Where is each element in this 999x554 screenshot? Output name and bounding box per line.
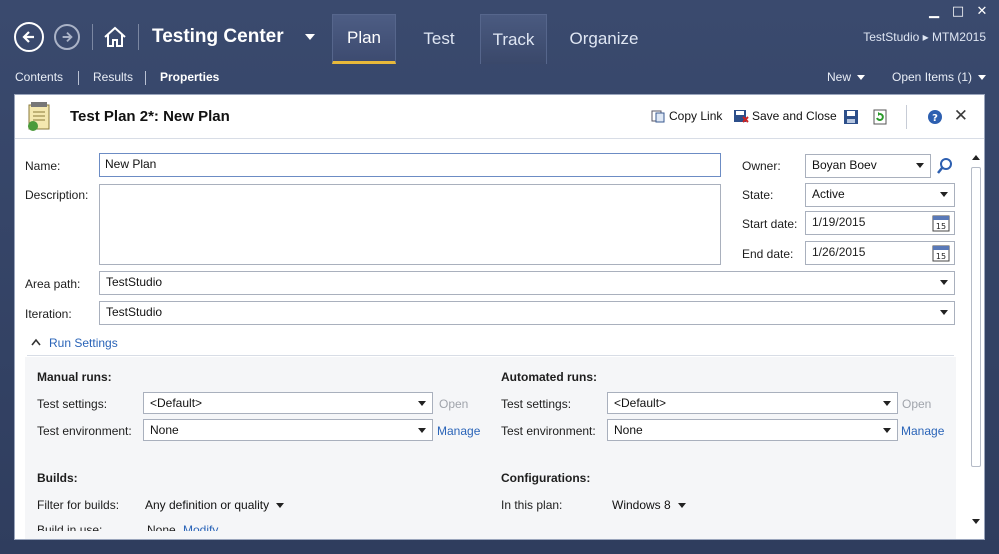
- close-icon[interactable]: ✕: [954, 106, 968, 126]
- start-date-label: Start date:: [742, 217, 798, 231]
- tab-organize[interactable]: Organize: [564, 14, 644, 64]
- owner-select[interactable]: Boyan Boev: [805, 154, 931, 178]
- panel-header: Test Plan 2*: New Plan Copy Link Save an…: [15, 95, 984, 139]
- home-button[interactable]: [102, 24, 128, 50]
- scroll-thumb[interactable]: [971, 167, 981, 467]
- calendar-icon[interactable]: 15: [932, 214, 950, 232]
- tab-test[interactable]: Test: [412, 14, 466, 64]
- auto-test-settings-label: Test settings:: [501, 397, 572, 411]
- manual-runs-title: Manual runs:: [37, 370, 112, 384]
- manual-open-link[interactable]: Open: [439, 397, 468, 411]
- name-input[interactable]: New Plan: [99, 153, 721, 177]
- scroll-up-arrow[interactable]: [972, 155, 980, 160]
- chevron-down-icon[interactable]: [305, 34, 315, 40]
- open-items-menu[interactable]: Open Items (1): [892, 70, 987, 84]
- subnav-separator: [145, 71, 146, 85]
- save-and-close-button[interactable]: Save and Close: [733, 108, 837, 124]
- chevron-up-icon[interactable]: [31, 338, 41, 346]
- configurations-title: Configurations:: [501, 471, 591, 485]
- auto-test-environment-label: Test environment:: [501, 424, 596, 438]
- build-in-use-row: Build in use: None Modify: [37, 523, 237, 531]
- header-separator: [92, 24, 93, 50]
- tab-plan[interactable]: Plan: [332, 14, 396, 64]
- start-date-input[interactable]: 1/19/2015 15: [805, 211, 955, 235]
- manual-manage-link[interactable]: Manage: [437, 424, 480, 438]
- vertical-scrollbar[interactable]: [968, 151, 984, 529]
- refresh-icon[interactable]: [872, 109, 888, 125]
- subnav-properties[interactable]: Properties: [160, 70, 219, 84]
- help-icon[interactable]: ?: [927, 109, 943, 125]
- toolbar-separator: [906, 105, 907, 129]
- copy-link-label: Copy Link: [669, 109, 723, 123]
- iteration-label: Iteration:: [25, 307, 72, 321]
- description-label: Description:: [25, 188, 89, 202]
- end-date-value: 1/26/2015: [812, 245, 866, 259]
- manual-test-settings-label: Test settings:: [37, 397, 108, 411]
- copy-link-button[interactable]: Copy Link: [650, 108, 722, 124]
- area-path-label: Area path:: [25, 277, 81, 291]
- calendar-icon[interactable]: 15: [932, 244, 950, 262]
- subnav-separator: [78, 71, 79, 85]
- back-button[interactable]: [14, 22, 44, 52]
- top-header: Testing Center Plan Test Track Organize …: [0, 12, 999, 64]
- iteration-select[interactable]: TestStudio: [99, 301, 955, 325]
- svg-text:?: ?: [932, 113, 938, 124]
- subnav-contents[interactable]: Contents: [15, 70, 63, 84]
- automated-runs-title: Automated runs:: [501, 370, 597, 384]
- new-menu-label: New: [827, 70, 852, 84]
- auto-open-link[interactable]: Open: [902, 397, 931, 411]
- auto-manage-link[interactable]: Manage: [901, 424, 944, 438]
- name-label: Name:: [25, 159, 61, 173]
- arrow-left-icon: [22, 31, 34, 43]
- area-path-select[interactable]: TestStudio: [99, 271, 955, 295]
- svg-text:15: 15: [936, 222, 946, 231]
- save-close-label: Save and Close: [752, 109, 837, 123]
- manual-test-environment-select[interactable]: None: [143, 419, 433, 441]
- configurations-dropdown[interactable]: Windows 8: [612, 498, 686, 512]
- run-settings-toggle[interactable]: Run Settings: [49, 336, 118, 350]
- chevron-down-icon: [978, 75, 987, 81]
- open-items-label: Open Items (1): [892, 70, 973, 84]
- header-separator: [138, 24, 139, 50]
- build-in-use-label: Build in use:: [37, 523, 103, 531]
- subnav-results[interactable]: Results: [93, 70, 133, 84]
- save-close-icon: [734, 110, 749, 123]
- home-icon: [104, 26, 126, 47]
- start-date-value: 1/19/2015: [812, 215, 866, 229]
- svg-text:15: 15: [936, 252, 946, 261]
- auto-test-settings-select[interactable]: <Default>: [607, 392, 898, 414]
- state-label: State:: [742, 188, 774, 202]
- scroll-down-arrow[interactable]: [972, 519, 980, 524]
- save-icon[interactable]: [843, 109, 859, 125]
- arrow-right-icon: [62, 31, 73, 43]
- manual-test-settings-select[interactable]: <Default>: [143, 392, 433, 414]
- sub-navigation: Contents Results Properties New Open Ite…: [0, 64, 999, 92]
- build-in-use-value: None: [147, 523, 176, 531]
- new-menu[interactable]: New: [827, 70, 866, 84]
- description-input[interactable]: [99, 184, 721, 265]
- builds-title: Builds:: [37, 471, 78, 485]
- modify-link[interactable]: Modify: [183, 523, 218, 531]
- app-window: ▁ □ ✕ Testing Center Plan Test Track Org…: [0, 0, 999, 554]
- search-icon[interactable]: [936, 157, 954, 175]
- end-date-input[interactable]: 1/26/2015 15: [805, 241, 955, 265]
- end-date-label: End date:: [742, 247, 794, 261]
- properties-panel: Test Plan 2*: New Plan Copy Link Save an…: [14, 94, 985, 540]
- app-title: Testing Center: [152, 26, 284, 47]
- test-plan-icon: [28, 102, 50, 131]
- manual-test-environment-label: Test environment:: [37, 424, 132, 438]
- chevron-down-icon: [857, 75, 866, 81]
- run-settings-divider: [27, 355, 954, 356]
- forward-button[interactable]: [54, 24, 80, 50]
- state-select[interactable]: Active: [805, 183, 955, 207]
- owner-label: Owner:: [742, 159, 781, 173]
- filter-builds-label: Filter for builds:: [37, 498, 120, 512]
- copy-link-icon: [651, 110, 665, 123]
- tab-track[interactable]: Track: [480, 14, 547, 64]
- auto-test-environment-select[interactable]: None: [607, 419, 898, 441]
- in-this-plan-label: In this plan:: [501, 498, 563, 512]
- filter-builds-dropdown[interactable]: Any definition or quality: [145, 498, 284, 512]
- plan-title: Test Plan 2*: New Plan: [70, 108, 230, 125]
- team-project-path[interactable]: TestStudio ▸ MTM2015: [863, 30, 986, 44]
